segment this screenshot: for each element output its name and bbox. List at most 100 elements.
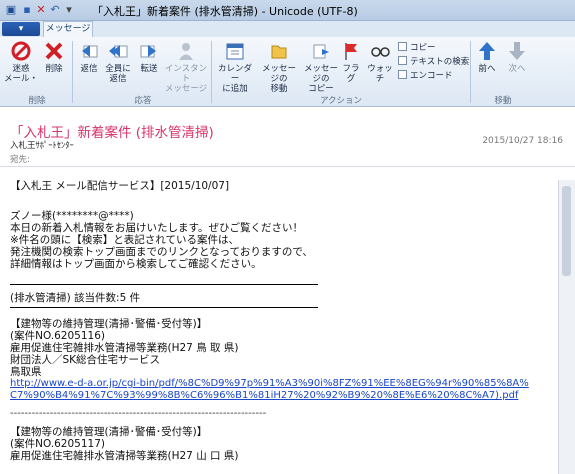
next-button[interactable]: 次へ (504, 40, 530, 74)
instant-message-label-2: メッセージ (164, 84, 208, 94)
message-date: 2015/10/27 18:16 (482, 136, 563, 146)
junk-icon (11, 41, 31, 61)
previous-label: 前へ (478, 64, 496, 74)
intro-line: 本日の新着入札情報をお届けいたします。ぜひご覧ください！ (10, 222, 303, 234)
item-prefecture: 鳥取県 (10, 366, 42, 378)
flag-label: フラグ (342, 64, 360, 84)
encode-icon (398, 70, 407, 79)
item-name: 雇用促進住宅雑排水管清掃等業務(H27 鳥 取 県) (10, 342, 239, 354)
window-title: 「入札王」新着案件 (排水管清掃) - Unicode (UTF-8) (92, 5, 358, 18)
item-name: 雇用促進住宅雑排水管清掃等業務(H27 山 口 県) (10, 450, 239, 462)
divider-dashes: ----------------------------------------… (10, 408, 267, 419)
reply-label: 返信 (80, 64, 98, 74)
forward-button[interactable]: 転送 (136, 40, 162, 74)
next-label: 次へ (508, 64, 526, 74)
group-actions-label: アクション (319, 96, 363, 106)
item-link[interactable]: http://www.e-d-a.or.jp/cgi-bin/pdf/%8C%D… (10, 378, 529, 390)
message-to-label: 宛先: (10, 155, 30, 165)
arrow-down-icon (509, 42, 525, 60)
forward-icon (140, 45, 156, 58)
add-to-calendar-label-2: に追加 (222, 84, 248, 94)
group-delete-label: 削除 (28, 96, 46, 106)
add-to-calendar-button[interactable]: カレンダー に追加 (214, 40, 256, 94)
copy-message-icon (313, 44, 329, 59)
copy-message-label-2: コピー (308, 84, 334, 94)
find-text-label: テキストの検索 (410, 57, 470, 67)
reply-quick-icon[interactable]: ↶ (48, 3, 62, 17)
intro-line: 発注機関の検索トップ画面までのリンクとなっておりますので、 (10, 246, 313, 258)
tab-message-label: メッセージ (45, 24, 91, 34)
copy-message-button[interactable]: メッセージの コピー (300, 40, 342, 94)
delete-quick-icon[interactable]: ✕ (34, 3, 48, 17)
add-to-calendar-label-1: カレンダー (217, 64, 252, 84)
file-tab-label: ▾ (18, 24, 24, 34)
item-organization: 財団法人／SK総合住宅サービス (10, 354, 161, 366)
tab-message[interactable]: メッセージ (43, 21, 93, 37)
encode-button[interactable]: エンコード (398, 70, 453, 82)
message-sender[interactable]: 入札王ｻﾎﾟｰﾄｾﾝﾀｰ (10, 139, 74, 151)
junk-label-1: 迷惑 (12, 64, 30, 74)
message-subject: 「入札王」新着案件 (排水管清掃) (10, 125, 214, 141)
title-bar: ▣ ▪ ✕ ↶ ▾ 「入札王」新着案件 (排水管清掃) - Unicode (U… (0, 0, 575, 21)
rule (10, 307, 318, 308)
rule (10, 284, 318, 285)
find-text-icon (398, 56, 407, 65)
calendar-icon (226, 43, 244, 60)
separator (470, 41, 471, 103)
item-category: 【建物等の維持管理(清掃･警備･受付等)】 (10, 426, 208, 438)
move-message-button[interactable]: メッセージの 移動 (258, 40, 300, 94)
item-case-number: (案件NO.6205116) (10, 330, 105, 342)
copy-label: コピー (410, 43, 436, 53)
reply-all-label-2: 返信 (109, 74, 127, 84)
separator (72, 41, 73, 103)
summary: (排水管清掃) 該当件数:5 件 (10, 292, 141, 304)
customize-quick-access-icon[interactable]: ▾ (62, 3, 76, 17)
group-respond-label: 応答 (134, 96, 152, 106)
watch-label: ウォッチ (367, 64, 393, 84)
junk-label-2: メール・ (4, 74, 39, 84)
find-text-button[interactable]: テキストの検索 (398, 56, 469, 68)
instant-message-label-1: インスタント (164, 64, 208, 84)
forward-label: 転送 (140, 64, 158, 74)
copy-button[interactable]: コピー (398, 42, 436, 54)
move-message-label-1: メッセージの (261, 64, 296, 84)
reply-all-button[interactable]: 全員に 返信 (104, 40, 132, 84)
watch-button[interactable]: ウォッチ (366, 40, 394, 84)
save-icon[interactable]: ▪ (20, 3, 34, 17)
reply-all-icon (109, 45, 128, 58)
folder-move-icon (271, 45, 287, 59)
junk-button[interactable]: 迷惑 メール・ (4, 40, 38, 84)
ribbon-tab-row: ▾ メッセージ (0, 21, 575, 37)
reply-icon (82, 45, 98, 58)
instant-message-button[interactable]: インスタント メッセージ (164, 40, 208, 94)
copy-message-label-1: メッセージの (303, 64, 338, 84)
vertical-scrollbar[interactable] (558, 180, 575, 474)
flag-button[interactable]: フラグ (340, 40, 362, 84)
delete-button[interactable]: 削除 (40, 40, 68, 74)
item-case-number: (案件NO.6205117) (10, 438, 105, 450)
delete-icon (45, 42, 63, 60)
encode-label: エンコード (410, 71, 453, 81)
item-category: 【建物等の維持管理(清掃･警備･受付等)】 (10, 318, 208, 330)
arrow-up-icon (479, 42, 495, 60)
previous-button[interactable]: 前へ (474, 40, 500, 74)
scrollbar-thumb[interactable] (562, 186, 571, 276)
body-header: 【入札王 メール配信サービス】[2015/10/07] (10, 180, 230, 192)
outlook-app-icon[interactable]: ▣ (4, 3, 18, 17)
flag-icon (345, 43, 357, 60)
separator (211, 41, 212, 103)
instant-message-icon (179, 43, 193, 60)
message-body: 【入札王 メール配信サービス】[2015/10/07] ズノー様(*******… (0, 167, 575, 474)
delete-label: 削除 (45, 64, 63, 74)
group-move-label: 移動 (494, 96, 512, 106)
intro-line: 詳細情報はトップ画面から検索してご確認ください。 (10, 258, 262, 270)
move-message-label-2: 移動 (270, 84, 288, 94)
reply-button[interactable]: 返信 (76, 40, 102, 74)
ribbon: 迷惑 メール・ 削除 削除 返信 全員に 返信 転送 インスタント メッセージ … (0, 37, 575, 107)
file-tab[interactable]: ▾ (2, 22, 40, 36)
item-link[interactable]: C7%90%B4%91%7C%93%99%8B%C6%96%B1%81iH27%… (10, 390, 518, 402)
reply-all-label-1: 全員に (105, 64, 131, 74)
glasses-icon (371, 47, 390, 57)
copy-icon (398, 42, 407, 51)
greeting: ズノー様(********@****) (10, 210, 134, 222)
